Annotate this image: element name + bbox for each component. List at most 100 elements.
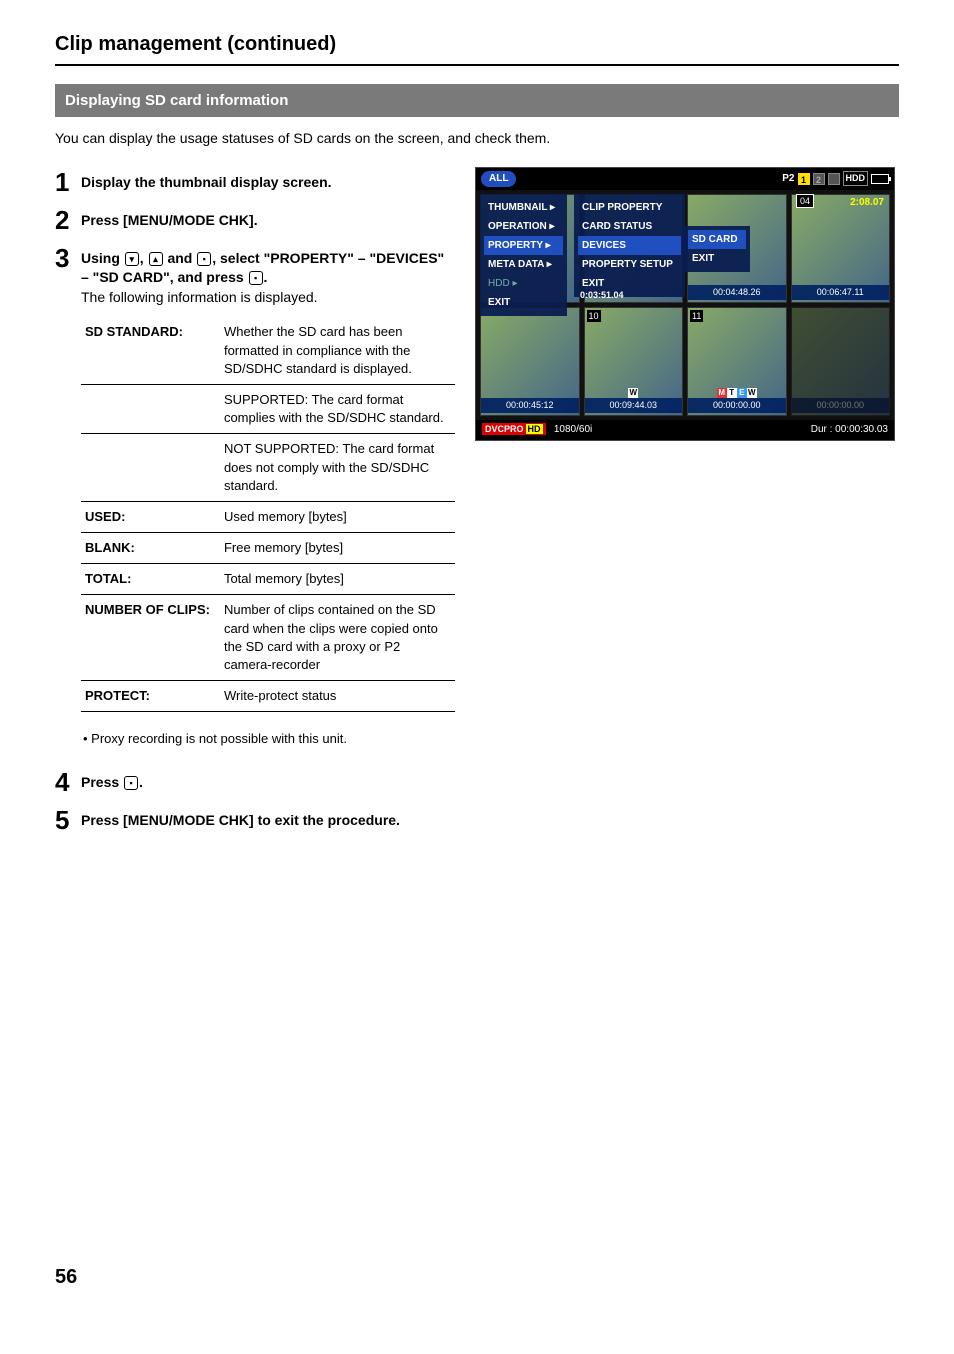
osd-top-bar: ALL P2 1 2 HDD <box>476 168 894 190</box>
step-number: 2 <box>55 205 81 233</box>
row-label: TOTAL: <box>81 564 220 595</box>
step-3: 3 Using ▾, ▴ and ▪, select "PROPERTY" – … <box>55 243 455 713</box>
row-value: Number of clips contained on the SD card… <box>220 595 455 681</box>
enter-key-icon: ▪ <box>124 776 138 790</box>
osd-filter-pill: ALL <box>481 171 516 187</box>
thumb-7: 11 MTEW 00:00:00.00 <box>687 307 787 416</box>
p2-label: P2 <box>782 172 794 186</box>
row-label: NUMBER OF CLIPS: <box>81 595 220 681</box>
table-row: NUMBER OF CLIPS:Number of clips containe… <box>81 595 455 681</box>
osd-property-submenu: CLIP PROPERTY CARD STATUS DEVICES PROPER… <box>574 194 685 297</box>
step-4-text-a: Press <box>81 774 123 790</box>
thumb-5: 00:00:45:12 <box>480 307 580 416</box>
row-value: NOT SUPPORTED: The card format does not … <box>220 434 455 502</box>
hdd-label: HDD <box>843 171 869 186</box>
menu-item-hdd: HDD ▸ <box>484 274 563 293</box>
table-row: SD STANDARD:Whether the SD card has been… <box>81 317 455 384</box>
submenu2-item-exit: EXIT <box>688 249 746 268</box>
step-3-text-b: , <box>140 250 148 266</box>
enter-key-icon: ▪ <box>197 252 211 266</box>
down-key-icon: ▾ <box>125 252 139 266</box>
thumb-tc: 00:06:47.11 <box>792 285 890 300</box>
row-value: Used memory [bytes] <box>220 501 455 532</box>
menu-item-metadata: META DATA ▸ <box>484 255 563 274</box>
step-3-text-c: and <box>164 250 197 266</box>
slot-1-indicator: 1 <box>798 173 810 185</box>
intro-text: You can display the usage statuses of SD… <box>55 129 899 149</box>
thumb-tc: 00:00:45:12 <box>481 398 579 413</box>
format-mode: 1080/60i <box>554 424 592 435</box>
step-3-text-a: Using <box>81 250 124 266</box>
row-label: BLANK: <box>81 533 220 564</box>
step-number: 4 <box>55 767 81 795</box>
page-number: 56 <box>55 1263 77 1291</box>
osd-top-timecode: 2:08.07 <box>850 196 884 210</box>
enter-key-icon: ▪ <box>249 271 263 285</box>
format-logo: DVCPROHD <box>482 423 546 435</box>
step-number: 3 <box>55 243 81 271</box>
table-row: BLANK:Free memory [bytes] <box>81 533 455 564</box>
table-row: TOTAL:Total memory [bytes] <box>81 564 455 595</box>
thumb-8: 00:00:00.00 <box>791 307 891 416</box>
thumb-mid-tc: 0:03:51.04 <box>580 289 624 302</box>
thumb-tc: 00:00:00.00 <box>792 398 890 413</box>
submenu-item-property-setup: PROPERTY SETUP <box>578 255 681 274</box>
step-number: 5 <box>55 805 81 833</box>
step-number: 1 <box>55 167 81 195</box>
step-4: 4 Press ▪. <box>55 767 455 795</box>
menu-item-thumbnail: THUMBNAIL ▸ <box>484 198 563 217</box>
thumb-tc: 00:04:48.26 <box>688 285 786 300</box>
step-5-text: Press [MENU/MODE CHK] to exit the proced… <box>81 812 400 828</box>
step-2: 2 Press [MENU/MODE CHK]. <box>55 205 455 233</box>
submenu-item-clip-property: CLIP PROPERTY <box>578 198 681 217</box>
step-3-line2: The following information is displayed. <box>81 289 318 305</box>
submenu-item-card-status: CARD STATUS <box>578 217 681 236</box>
step-1-text: Display the thumbnail display screen. <box>81 174 332 190</box>
menu-item-operation: OPERATION ▸ <box>484 217 563 236</box>
thumb-badges: W <box>628 387 638 398</box>
row-value: Write-protect status <box>220 681 455 712</box>
sd-info-table: SD STANDARD:Whether the SD card has been… <box>81 317 455 712</box>
thumb-tc: 00:00:00.00 <box>688 398 786 413</box>
step-1: 1 Display the thumbnail display screen. <box>55 167 455 195</box>
osd-bottom-bar: DVCPROHD 1080/60i Dur : 00:00:30.03 <box>476 420 894 440</box>
up-key-icon: ▴ <box>149 252 163 266</box>
table-row: USED:Used memory [bytes] <box>81 501 455 532</box>
thumb-tc: 00:09:44.03 <box>585 398 683 413</box>
row-value: Whether the SD card has been formatted i… <box>220 317 455 384</box>
battery-icon <box>871 174 889 184</box>
title-rule <box>55 64 899 66</box>
row-label: USED: <box>81 501 220 532</box>
right-column: ALL P2 1 2 HDD 00:04:48.26 00:06:47.11 0… <box>475 167 899 843</box>
osd-body: 00:04:48.26 00:06:47.11 00:00:45:12 10 W… <box>476 190 894 420</box>
table-row: NOT SUPPORTED: The card format does not … <box>81 434 455 502</box>
thumb-index: 10 <box>587 310 601 323</box>
osd-main-menu: THUMBNAIL ▸ OPERATION ▸ PROPERTY ▸ META … <box>480 194 567 316</box>
step-4-text-b: . <box>139 774 143 790</box>
row-value: Free memory [bytes] <box>220 533 455 564</box>
left-column: 1 Display the thumbnail display screen. … <box>55 167 455 843</box>
row-label: PROTECT: <box>81 681 220 712</box>
osd-devices-submenu: SD CARD EXIT <box>684 226 750 272</box>
duration-label: Dur : 00:00:30.03 <box>811 423 888 437</box>
menu-item-exit: EXIT <box>484 293 563 312</box>
step-5: 5 Press [MENU/MODE CHK] to exit the proc… <box>55 805 455 833</box>
thumb-4: 00:06:47.11 <box>791 194 891 303</box>
table-row: SUPPORTED: The card format complies with… <box>81 384 455 433</box>
step-2-text: Press [MENU/MODE CHK]. <box>81 212 258 228</box>
thumb-badges: MTEW <box>717 387 757 398</box>
step-3-text-e: . <box>264 269 268 285</box>
slot-blank-indicator <box>828 173 840 185</box>
row-value: Total memory [bytes] <box>220 564 455 595</box>
thumb-6: 10 W 00:09:44.03 <box>584 307 684 416</box>
thumb-index: 11 <box>690 310 703 323</box>
row-label: SD STANDARD: <box>81 317 220 384</box>
menu-item-property: PROPERTY ▸ <box>484 236 563 255</box>
submenu2-item-sd-card: SD CARD <box>688 230 746 249</box>
table-row: PROTECT:Write-protect status <box>81 681 455 712</box>
row-value: SUPPORTED: The card format complies with… <box>220 384 455 433</box>
submenu-item-devices: DEVICES <box>578 236 681 255</box>
section-heading: Displaying SD card information <box>55 84 899 117</box>
proxy-note: Proxy recording is not possible with thi… <box>83 730 455 748</box>
slot-2-indicator: 2 <box>813 173 825 185</box>
